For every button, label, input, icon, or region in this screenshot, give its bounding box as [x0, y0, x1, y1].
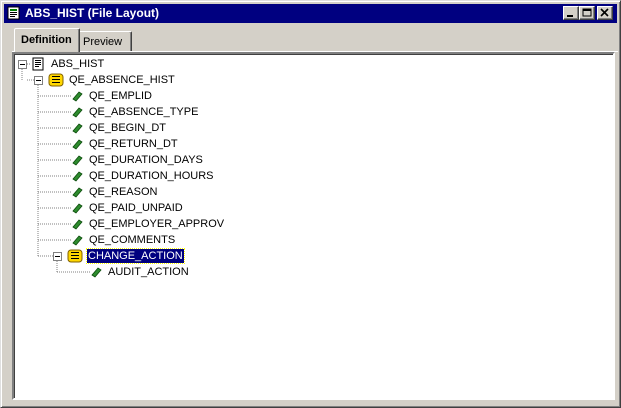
- tab-definition[interactable]: Definition: [14, 28, 80, 52]
- maximize-button[interactable]: [579, 6, 595, 20]
- record-icon: [48, 73, 64, 87]
- tree-node-field[interactable]: QE_PAID_UNPAID: [89, 201, 183, 215]
- field-icon: [72, 203, 83, 214]
- field-icon: [91, 267, 102, 278]
- file-layout-window: ABS_HIST (File Layout) Definition Previe…: [0, 0, 621, 408]
- field-icon: [72, 123, 83, 134]
- field-icon: [72, 139, 83, 150]
- tab-preview[interactable]: Preview: [78, 31, 132, 51]
- minimize-button[interactable]: [563, 6, 579, 20]
- field-icon: [72, 219, 83, 230]
- tree-node-field[interactable]: QE_COMMENTS: [89, 233, 175, 247]
- file-layout-app-icon: [7, 6, 20, 20]
- title-bar[interactable]: ABS_HIST (File Layout): [4, 4, 617, 23]
- tab-preview-label: Preview: [83, 36, 123, 48]
- tree-node-record-selected[interactable]: CHANGE_ACTION: [86, 248, 185, 264]
- field-icon: [72, 155, 83, 166]
- field-icon: [72, 91, 83, 102]
- field-icon: [72, 107, 83, 118]
- record-collapse-toggle[interactable]: [53, 252, 62, 261]
- record-icon: [67, 249, 83, 263]
- minimize-icon: [567, 15, 573, 17]
- maximize-icon: [582, 8, 592, 17]
- close-button[interactable]: [597, 6, 613, 20]
- tree-node-field[interactable]: QE_EMPLOYER_APPROV: [89, 217, 224, 231]
- tree-node-root[interactable]: ABS_HIST: [51, 57, 104, 71]
- field-icon: [72, 235, 83, 246]
- tree-node-field[interactable]: QE_DURATION_DAYS: [89, 153, 203, 167]
- tree-node-field[interactable]: QE_EMPLID: [89, 89, 152, 103]
- window-title: ABS_HIST (File Layout): [25, 6, 160, 20]
- tree-node-field[interactable]: QE_DURATION_HOURS: [89, 169, 213, 183]
- close-icon: [600, 8, 609, 17]
- tree-node-field[interactable]: AUDIT_ACTION: [108, 265, 189, 279]
- field-icon: [72, 171, 83, 182]
- file-layout-icon: [32, 57, 44, 71]
- record-collapse-toggle[interactable]: [34, 76, 43, 85]
- field-icon: [72, 187, 83, 198]
- tree-node-field[interactable]: QE_RETURN_DT: [89, 137, 178, 151]
- tab-definition-label: Definition: [21, 34, 72, 46]
- tree-node-field[interactable]: QE_ABSENCE_TYPE: [89, 105, 198, 119]
- root-collapse-toggle[interactable]: [18, 60, 27, 69]
- tree-node-record[interactable]: QE_ABSENCE_HIST: [69, 73, 175, 87]
- tree-node-field[interactable]: QE_REASON: [89, 185, 157, 199]
- layout-tree-view[interactable]: ABS_HIST QE_ABSENCE_HIST QE_EMPLID QE_ABS…: [12, 52, 615, 400]
- tree-node-field[interactable]: QE_BEGIN_DT: [89, 121, 166, 135]
